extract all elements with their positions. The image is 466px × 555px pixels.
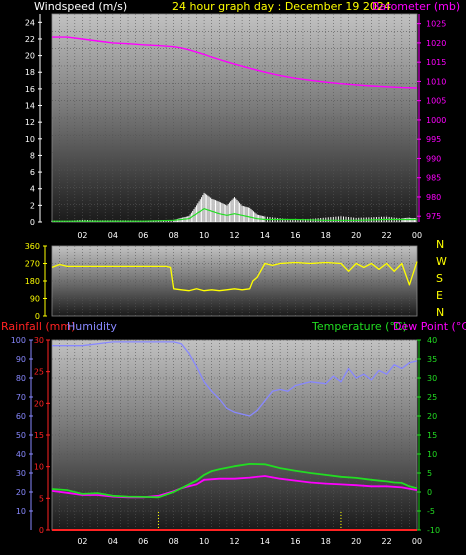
- windspeed-tick-label: 0: [30, 218, 35, 227]
- temp-plot-x-tick-label: 22: [381, 537, 391, 546]
- rainfall-tick-label: 10: [34, 463, 44, 472]
- compass-label-n-top: N: [436, 238, 444, 251]
- barometer-tick-label: 1015: [426, 58, 446, 67]
- temperature-tick-label: 10: [427, 450, 437, 459]
- temp-plot-x-tick-label: 18: [321, 537, 331, 546]
- barometer-tick-label: 1025: [426, 20, 446, 29]
- wind-plot-x-tick-label: 22: [381, 231, 391, 240]
- temperature-tick-label: 30: [427, 374, 437, 383]
- humidity-tick-label: 60: [16, 412, 26, 421]
- compass-label-n-bottom: N: [436, 306, 444, 319]
- temperature-tick-label: -10: [427, 526, 440, 535]
- humidity-tick-label: 80: [16, 374, 26, 383]
- temperature-tick-label: 35: [427, 355, 437, 364]
- windspeed-tick-label: 18: [25, 68, 35, 77]
- rainfall-tick-label: 20: [34, 399, 44, 408]
- wind-plot-x-tick-label: 06: [138, 231, 148, 240]
- humidity-tick-label: 40: [16, 450, 26, 459]
- wind-plot-x-tick-label: 00: [412, 231, 422, 240]
- temp-plot-x-tick-label: 20: [351, 537, 361, 546]
- wind-plot-x-tick-label: 14: [260, 231, 270, 240]
- compass-label-w: W: [436, 255, 447, 268]
- temperature-tick-label: 40: [427, 336, 437, 345]
- weather-graph-page: Windspeed (m/s) 24 hour graph day : Dece…: [0, 0, 466, 555]
- windspeed-tick-label: 8: [30, 151, 35, 160]
- temp-plot-x-tick-label: 00: [412, 537, 422, 546]
- wind-plot-x-tick-label: 10: [199, 231, 209, 240]
- humidity-axis-title: Humidity: [67, 320, 117, 333]
- humidity-tick-label: 50: [16, 431, 26, 440]
- temp-plot-x-tick-label: 10: [199, 537, 209, 546]
- barometer-tick-label: 990: [426, 154, 441, 163]
- temp-plot-x-tick-label: 02: [77, 537, 87, 546]
- windspeed-tick-label: 20: [25, 52, 35, 61]
- humidity-tick-label: 100: [11, 336, 26, 345]
- wind-plot-x-tick-label: 20: [351, 231, 361, 240]
- temp-plot-x-tick-label: 08: [169, 537, 179, 546]
- wind-plot-x-tick-label: 18: [321, 231, 331, 240]
- rainfall-tick-label: 5: [39, 494, 44, 503]
- barometer-axis-title: Barometer (mb): [372, 0, 460, 13]
- windspeed-tick-label: 4: [30, 185, 35, 194]
- humidity-tick-label: 30: [16, 469, 26, 478]
- temperature-tick-label: 5: [427, 469, 432, 478]
- windspeed-tick-label: 6: [30, 168, 35, 177]
- barometer-tick-label: 1000: [426, 116, 446, 125]
- humidity-tick-label: 10: [16, 507, 26, 516]
- temperature-tick-label: 15: [427, 431, 437, 440]
- wind-plot-x-tick-label: 08: [169, 231, 179, 240]
- barometer-tick-label: 995: [426, 135, 441, 144]
- temp-plot-x-tick-label: 06: [138, 537, 148, 546]
- weather-graph-svg: Windspeed (m/s) 24 hour graph day : Dece…: [1, 0, 466, 546]
- windspeed-tick-label: 16: [25, 85, 35, 94]
- humidity-tick-label: 90: [16, 355, 26, 364]
- wind-plot-x-tick-label: 16: [290, 231, 300, 240]
- rainfall-axis-title: Rainfall (mm): [1, 320, 75, 333]
- humidity-tick-label: 70: [16, 393, 26, 402]
- direction-tick-label: 360: [25, 242, 40, 251]
- temp-plot-x-tick-label: 12: [229, 537, 239, 546]
- temperature-tick-label: 0: [427, 488, 432, 497]
- windspeed-tick-label: 2: [30, 201, 35, 210]
- temp-plot-x-tick-label: 04: [108, 537, 118, 546]
- wind-plot-x-tick-label: 04: [108, 231, 118, 240]
- rainfall-tick-label: 30: [34, 336, 44, 345]
- direction-tick-label: 270: [25, 260, 40, 269]
- barometer-tick-label: 1010: [426, 77, 446, 86]
- temperature-tick-label: 20: [427, 412, 437, 421]
- humidity-tick-label: 20: [16, 488, 26, 497]
- windspeed-axis-title: Windspeed (m/s): [34, 0, 127, 13]
- barometer-tick-label: 980: [426, 193, 441, 202]
- barometer-tick-label: 975: [426, 212, 441, 221]
- windspeed-tick-label: 14: [25, 102, 35, 111]
- windspeed-tick-label: 22: [25, 35, 35, 44]
- wind-plot-x-tick-label: 12: [229, 231, 239, 240]
- graph-title: 24 hour graph day : December 19 2024: [172, 0, 391, 13]
- windspeed-tick-label: 12: [25, 118, 35, 127]
- compass-label-e: E: [436, 289, 443, 302]
- temperature-humidity-panel: 102030405060708090100051015202530-10-505…: [11, 336, 440, 546]
- temperature-tick-label: -5: [427, 507, 435, 516]
- direction-tick-label: 180: [25, 277, 40, 286]
- rainfall-tick-label: 15: [34, 431, 44, 440]
- wind-barometer-panel: 0246810121416182022249759809859909951000…: [25, 13, 446, 240]
- windspeed-tick-label: 10: [25, 135, 35, 144]
- wind-direction-panel: 090180270360: [25, 242, 418, 321]
- temperature-tick-label: 25: [427, 393, 437, 402]
- barometer-tick-label: 1005: [426, 97, 446, 106]
- rainfall-tick-label: 25: [34, 368, 44, 377]
- direction-tick-label: 90: [30, 295, 40, 304]
- rainfall-tick-label: 0: [39, 526, 44, 535]
- compass-label-s: S: [436, 272, 443, 285]
- dewpoint-axis-title: Dew Point (°C): [393, 320, 466, 333]
- barometer-tick-label: 1020: [426, 39, 446, 48]
- temp-plot-x-tick-label: 16: [290, 537, 300, 546]
- barometer-tick-label: 985: [426, 174, 441, 183]
- wind-plot-x-tick-label: 02: [77, 231, 87, 240]
- windspeed-tick-label: 24: [25, 18, 35, 27]
- temp-plot-x-tick-label: 14: [260, 537, 270, 546]
